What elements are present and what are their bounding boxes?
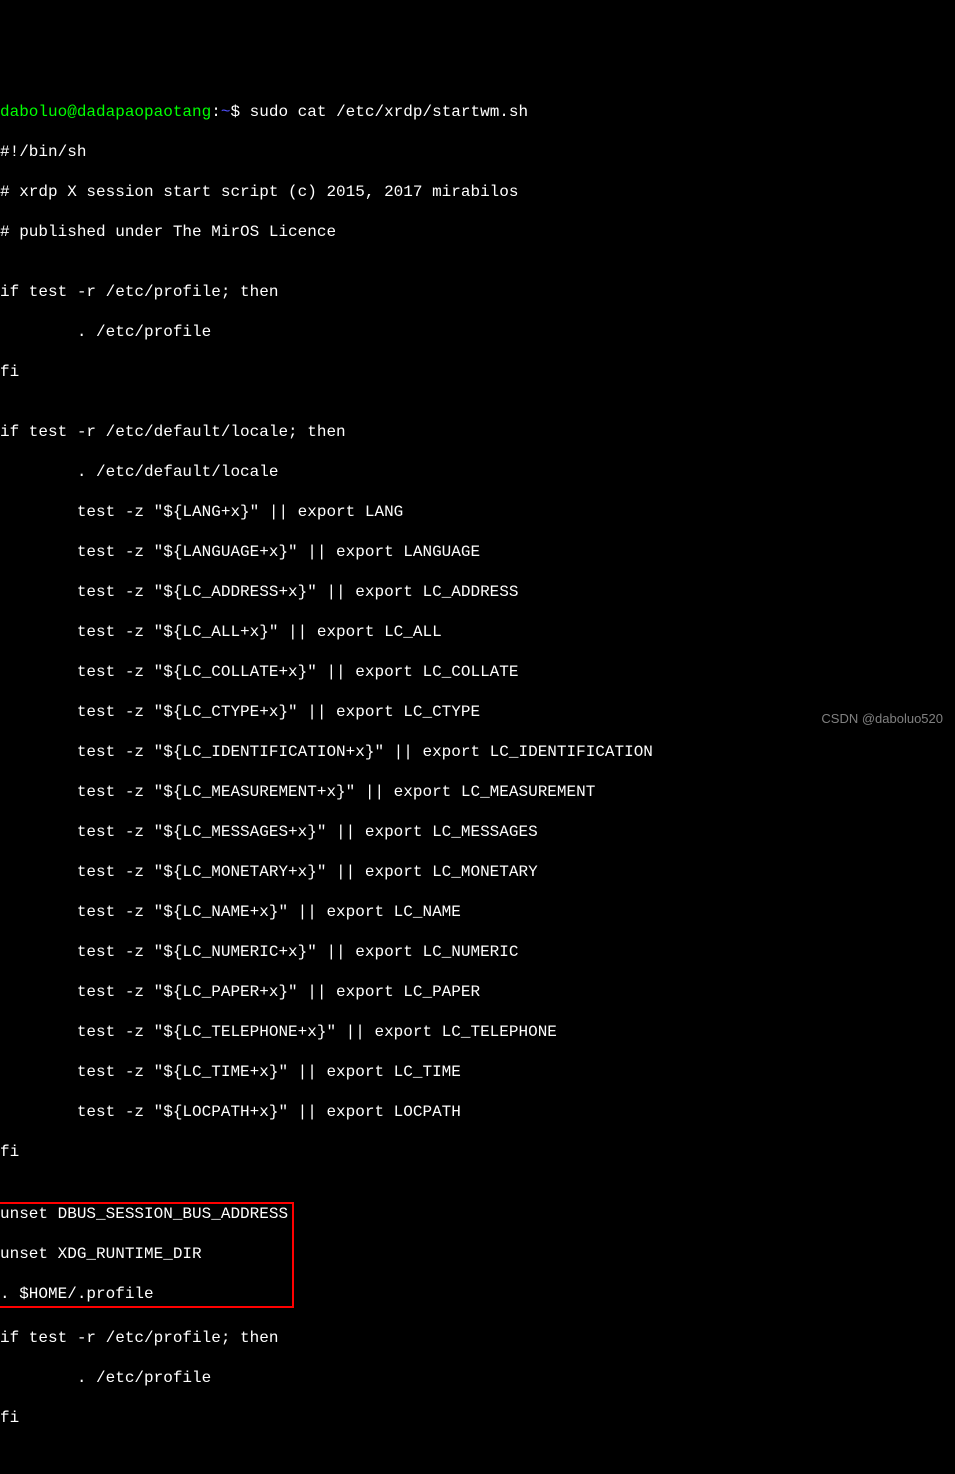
prompt-user: daboluo@dadapaopaotang bbox=[0, 103, 211, 121]
output-line: . /etc/default/locale bbox=[0, 462, 955, 482]
output-line: . $HOME/.profile bbox=[0, 1284, 288, 1304]
output-line: fi bbox=[0, 1142, 955, 1162]
output-line: # xrdp X session start script (c) 2015, … bbox=[0, 182, 955, 202]
output-line: test -z "${LC_MEASUREMENT+x}" || export … bbox=[0, 782, 955, 802]
output-line: test -z "${LC_CTYPE+x}" || export LC_CTY… bbox=[0, 702, 955, 722]
output-line: . /etc/profile bbox=[0, 1368, 955, 1388]
output-line: if test -r /etc/default/locale; then bbox=[0, 422, 955, 442]
output-line: test -z "${LC_MESSAGES+x}" || export LC_… bbox=[0, 822, 955, 842]
terminal-output[interactable]: daboluo@dadapaopaotang:~$ sudo cat /etc/… bbox=[0, 80, 955, 1448]
output-line: fi bbox=[0, 362, 955, 382]
output-line: test -z "${LC_COLLATE+x}" || export LC_C… bbox=[0, 662, 955, 682]
output-line: test -z "${LC_ALL+x}" || export LC_ALL bbox=[0, 622, 955, 642]
output-line: if test -r /etc/profile; then bbox=[0, 1328, 955, 1348]
output-line: #!/bin/sh bbox=[0, 142, 955, 162]
highlighted-block: unset DBUS_SESSION_BUS_ADDRESS unset XDG… bbox=[0, 1202, 294, 1308]
output-line: test -z "${LC_MONETARY+x}" || export LC_… bbox=[0, 862, 955, 882]
prompt-dollar: $ bbox=[230, 103, 249, 121]
output-line: test -z "${LC_PAPER+x}" || export LC_PAP… bbox=[0, 982, 955, 1002]
command-text: sudo cat /etc/xrdp/startwm.sh bbox=[250, 103, 528, 121]
output-line: test -z "${LANGUAGE+x}" || export LANGUA… bbox=[0, 542, 955, 562]
output-line: test -z "${LOCPATH+x}" || export LOCPATH bbox=[0, 1102, 955, 1122]
output-line: fi bbox=[0, 1408, 955, 1428]
output-line: test -z "${LC_IDENTIFICATION+x}" || expo… bbox=[0, 742, 955, 762]
output-line: test -z "${LC_ADDRESS+x}" || export LC_A… bbox=[0, 582, 955, 602]
output-line: unset DBUS_SESSION_BUS_ADDRESS bbox=[0, 1204, 288, 1224]
output-line: . /etc/profile bbox=[0, 322, 955, 342]
output-line: test -z "${LANG+x}" || export LANG bbox=[0, 502, 955, 522]
watermark-text: CSDN @daboluo520 bbox=[821, 711, 943, 727]
output-line: unset XDG_RUNTIME_DIR bbox=[0, 1244, 288, 1264]
output-line: if test -r /etc/profile; then bbox=[0, 282, 955, 302]
output-line: test -z "${LC_TIME+x}" || export LC_TIME bbox=[0, 1062, 955, 1082]
output-line: test -z "${LC_NUMERIC+x}" || export LC_N… bbox=[0, 942, 955, 962]
output-line: test -z "${LC_NAME+x}" || export LC_NAME bbox=[0, 902, 955, 922]
prompt-colon: : bbox=[211, 103, 221, 121]
output-line: # published under The MirOS Licence bbox=[0, 222, 955, 242]
output-line: test -z "${LC_TELEPHONE+x}" || export LC… bbox=[0, 1022, 955, 1042]
prompt-path: ~ bbox=[221, 103, 231, 121]
